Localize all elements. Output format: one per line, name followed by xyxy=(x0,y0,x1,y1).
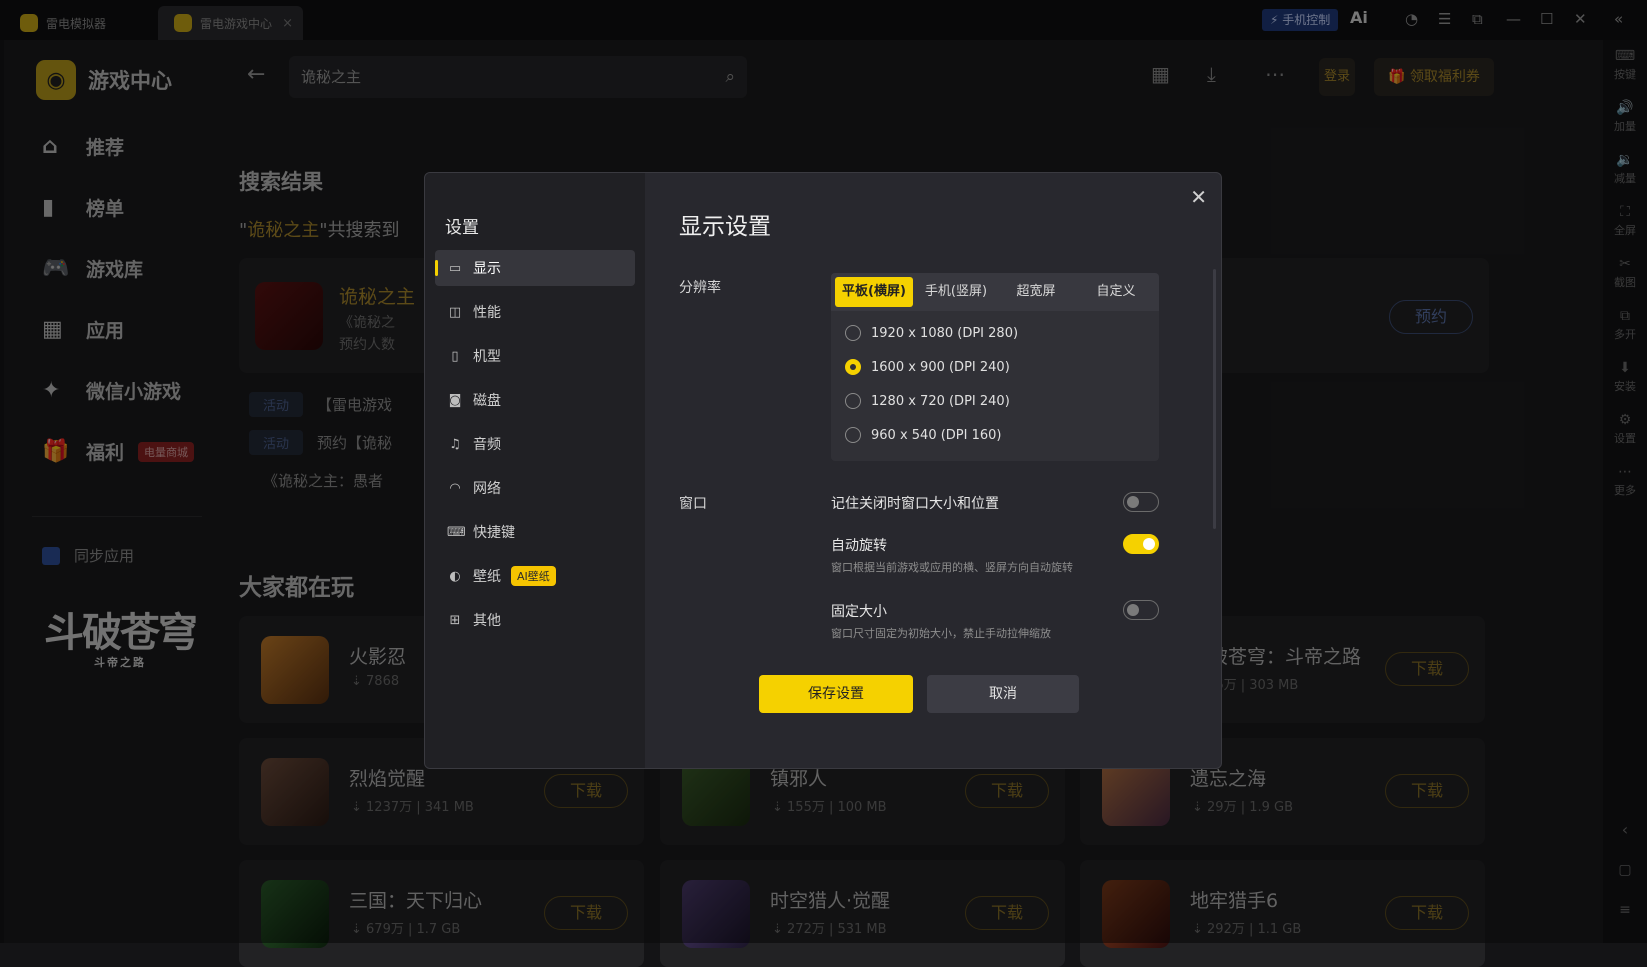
settings-menu-label: 机型 xyxy=(473,349,501,365)
radio-button-selected[interactable] xyxy=(845,359,861,375)
settings-content: ✕ 显示设置 分辨率 平板(横屏) 手机(竖屏) 超宽屏 自定义 1920 x … xyxy=(645,173,1221,768)
settings-sidebar: 设置 ▭ 显示 ◫ 性能 ▯ 机型 ◙ 磁盘 ♫ 音频 ◠ 网络 ⌨ 快捷键 ◐ 壁纸 AI壁纸 … xyxy=(425,173,645,768)
resolution-panel: 平板(横屏) 手机(竖屏) 超宽屏 自定义 1920 x 1080 (DPI 2… xyxy=(831,273,1159,461)
display-settings-title: 显示设置 xyxy=(679,214,771,240)
tab-ultrawide[interactable]: 超宽屏 xyxy=(997,277,1075,307)
settings-menu-audio[interactable]: ♫ 音频 xyxy=(435,426,635,462)
settings-menu-label: 网络 xyxy=(473,481,501,497)
auto-rotate-description: 窗口根据当前游戏或应用的横、竖屏方向自动旋转 xyxy=(831,561,1073,574)
radio-button[interactable] xyxy=(845,325,861,341)
radio-button[interactable] xyxy=(845,393,861,409)
auto-rotate-toggle[interactable] xyxy=(1123,534,1159,554)
resolution-option-label: 960 x 540 (DPI 160) xyxy=(871,427,1002,443)
tab-phone-portrait[interactable]: 手机(竖屏) xyxy=(917,277,995,307)
settings-menu-shortcuts[interactable]: ⌨ 快捷键 xyxy=(435,514,635,550)
settings-menu-wallpaper[interactable]: ◐ 壁纸 AI壁纸 xyxy=(435,558,635,594)
save-settings-button[interactable]: 保存设置 xyxy=(759,675,913,713)
resolution-label: 分辨率 xyxy=(679,280,721,296)
settings-scrollbar[interactable] xyxy=(1213,269,1216,529)
resolution-option-selected[interactable]: 1600 x 900 (DPI 240) xyxy=(845,359,1010,375)
resolution-tabs: 平板(横屏) 手机(竖屏) 超宽屏 自定义 xyxy=(831,273,1159,311)
settings-menu-performance[interactable]: ◫ 性能 xyxy=(435,294,635,330)
wifi-icon: ◠ xyxy=(449,480,461,496)
fixed-size-toggle[interactable] xyxy=(1123,600,1159,620)
window-section-label: 窗口 xyxy=(679,496,707,512)
radio-button[interactable] xyxy=(845,427,861,443)
grid-icon: ⊞ xyxy=(449,612,461,628)
settings-dialog: 设置 ▭ 显示 ◫ 性能 ▯ 机型 ◙ 磁盘 ♫ 音频 ◠ 网络 ⌨ 快捷键 ◐ 壁纸 AI壁纸 … xyxy=(424,172,1222,769)
performance-icon: ◫ xyxy=(448,304,462,320)
settings-menu-label: 性能 xyxy=(473,305,501,321)
resolution-option[interactable]: 1280 x 720 (DPI 240) xyxy=(845,393,1010,409)
resolution-option-label: 1280 x 720 (DPI 240) xyxy=(871,393,1010,409)
settings-sidebar-title: 设置 xyxy=(445,218,479,238)
auto-rotate-label: 自动旋转 xyxy=(831,538,887,554)
settings-menu-model[interactable]: ▯ 机型 xyxy=(435,338,635,374)
tab-tablet-landscape[interactable]: 平板(横屏) xyxy=(835,277,913,307)
remember-window-toggle[interactable] xyxy=(1123,492,1159,512)
disk-icon: ◙ xyxy=(448,392,462,408)
settings-menu-disk[interactable]: ◙ 磁盘 xyxy=(435,382,635,418)
settings-menu-network[interactable]: ◠ 网络 xyxy=(435,470,635,506)
remember-window-label: 记住关闭时窗口大小和位置 xyxy=(831,496,999,512)
audio-icon: ♫ xyxy=(449,436,461,452)
keyboard-icon: ⌨ xyxy=(447,524,466,540)
close-icon[interactable]: ✕ xyxy=(1190,185,1207,209)
phone-icon: ▯ xyxy=(451,348,459,364)
fixed-size-label: 固定大小 xyxy=(831,604,887,620)
fixed-size-description: 窗口尺寸固定为初始大小，禁止手动拉伸缩放 xyxy=(831,627,1051,640)
settings-menu-label: 壁纸 xyxy=(473,569,501,585)
tab-custom[interactable]: 自定义 xyxy=(1077,277,1155,307)
monitor-icon: ▭ xyxy=(448,260,462,276)
resolution-option-label: 1600 x 900 (DPI 240) xyxy=(871,359,1010,375)
resolution-option[interactable]: 960 x 540 (DPI 160) xyxy=(845,427,1002,443)
settings-menu-label: 其他 xyxy=(473,613,501,629)
settings-menu-label: 显示 xyxy=(473,261,501,277)
resolution-option[interactable]: 1920 x 1080 (DPI 280) xyxy=(845,325,1018,341)
settings-menu-other[interactable]: ⊞ 其他 xyxy=(435,602,635,638)
cancel-button[interactable]: 取消 xyxy=(927,675,1079,713)
settings-menu-label: 快捷键 xyxy=(473,525,515,541)
settings-menu-label: 音频 xyxy=(473,437,501,453)
settings-menu-display[interactable]: ▭ 显示 xyxy=(435,250,635,286)
palette-icon: ◐ xyxy=(449,568,461,584)
resolution-option-label: 1920 x 1080 (DPI 280) xyxy=(871,325,1019,341)
ai-wallpaper-badge: AI壁纸 xyxy=(511,566,556,586)
settings-menu-label: 磁盘 xyxy=(473,393,501,409)
